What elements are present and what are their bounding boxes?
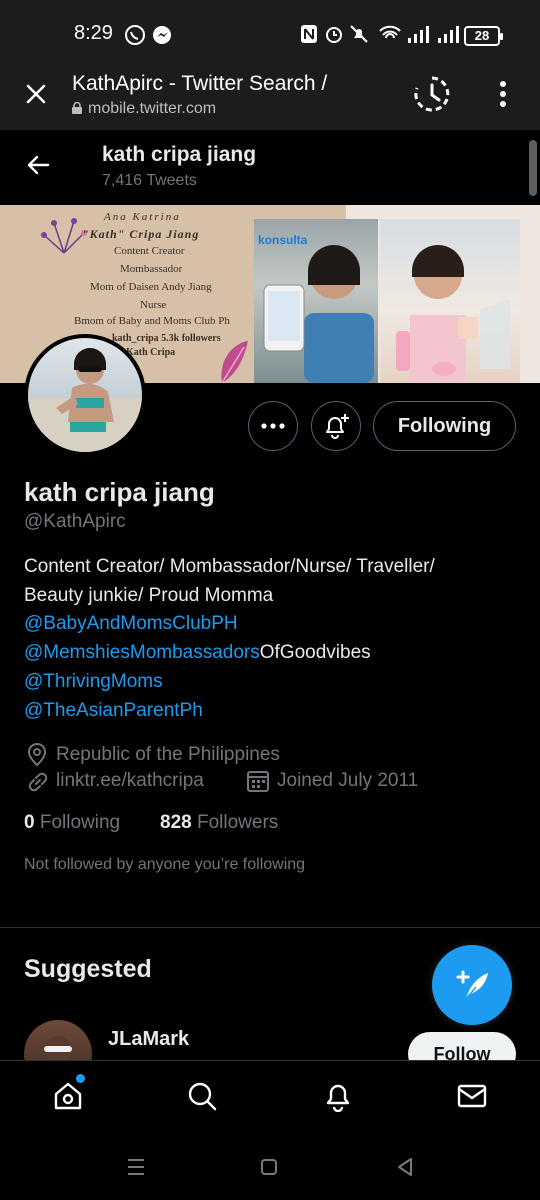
following-label: Following — [39, 812, 121, 833]
banner-line: Nurse — [140, 299, 167, 311]
bio-text: OfGoodvibes — [259, 642, 371, 663]
notification-dot — [76, 1074, 85, 1083]
banner-line: Bmom of Baby and Moms Club Ph — [74, 315, 230, 327]
nav-search[interactable] — [184, 1078, 220, 1114]
compose-button[interactable] — [432, 945, 512, 1025]
bio-mention-line: @MemshiesMombassadorsOfGoodvibes — [24, 642, 371, 664]
more-options-button[interactable] — [248, 401, 298, 451]
mention-link[interactable]: @TheAsianParentPh — [24, 700, 203, 722]
profile-name: kath cripa jiang — [24, 477, 215, 507]
not-followed-text: Not followed by anyone you’re following — [24, 856, 306, 873]
banner-line: "Kath" Cripa Jiang — [82, 227, 200, 241]
location-icon — [27, 743, 47, 767]
mention-link[interactable]: @BabyAndMomsClubPH — [24, 613, 238, 635]
followers-count-link[interactable]: 828 Followers — [160, 812, 278, 834]
followers-label: Followers — [196, 812, 279, 833]
banner-line: Mom of Daisen Andy Jiang — [90, 281, 212, 293]
lock-icon — [72, 102, 82, 114]
nav-notifications[interactable] — [320, 1078, 356, 1114]
header-name: kath cripa jiang — [102, 143, 257, 166]
messages-icon — [457, 1084, 487, 1108]
more-vert-icon[interactable] — [496, 80, 510, 108]
banner-line: kath_cripa 5.3k followers — [112, 333, 221, 344]
konsulta-label: konsulta — [258, 233, 308, 247]
banner-line: Ana Katrina — [104, 211, 181, 223]
tweet-count: 7,416 Tweets — [102, 172, 197, 189]
status-time: 8:29 — [74, 22, 113, 44]
compose-icon — [456, 970, 488, 1000]
joined-date: Joined July 2011 — [277, 770, 419, 791]
bio-line: Beauty junkie/ Proud Momma — [24, 585, 274, 606]
skincare-photo-image — [396, 245, 510, 383]
scrollbar[interactable] — [529, 140, 537, 196]
search-icon — [188, 1082, 217, 1111]
avatar[interactable] — [24, 334, 146, 456]
followers-count: 828 — [160, 812, 192, 833]
suggested-title: Suggested — [24, 955, 152, 983]
close-icon[interactable] — [24, 82, 48, 106]
notify-button[interactable] — [311, 401, 361, 451]
history-icon[interactable] — [412, 74, 452, 114]
mute-icon — [350, 25, 368, 43]
link-icon — [28, 772, 48, 792]
home-system-icon[interactable] — [260, 1158, 278, 1176]
banner-line: Kath Cripa — [126, 347, 176, 358]
section-divider — [0, 927, 540, 928]
profile-photo-image — [28, 348, 142, 452]
profile-handle: @KathApirc — [24, 511, 126, 532]
calendar-icon — [247, 771, 269, 792]
messenger-icon — [153, 26, 171, 44]
website-link[interactable]: linktr.ee/kathcripa — [56, 770, 204, 792]
bio-line: Content Creator/ Mombassador/Nurse/ Trav… — [24, 556, 435, 577]
banner-line: Content Creator — [114, 245, 185, 257]
banner-line: Mombassador — [120, 263, 183, 275]
battery-indicator: 28 — [464, 26, 503, 46]
location-text: Republic of the Philippines — [56, 744, 280, 765]
nfc-icon — [301, 25, 317, 43]
back-arrow-icon[interactable] — [26, 153, 50, 177]
mention-link[interactable]: @MemshiesMombassadors — [24, 642, 260, 663]
nav-messages[interactable] — [454, 1078, 490, 1114]
url-label: mobile.twitter.com — [88, 100, 217, 117]
url-text[interactable]: mobile.twitter.com — [72, 100, 216, 118]
recents-icon[interactable] — [126, 1158, 146, 1176]
signal-icon — [408, 26, 429, 43]
alarm-icon — [326, 27, 342, 43]
notifications-icon — [326, 1084, 350, 1112]
following-count: 0 — [24, 812, 35, 833]
mention-link[interactable]: @ThrivingMoms — [24, 671, 163, 693]
following-button[interactable]: Following — [373, 401, 516, 451]
home-icon — [54, 1082, 82, 1110]
wifi-icon — [379, 25, 401, 39]
signal-icon-2 — [438, 26, 459, 43]
whatsapp-icon — [125, 25, 145, 45]
more-horizontal-icon — [261, 423, 285, 429]
page-title: KathApirc - Twitter Search / — [72, 72, 328, 95]
following-count-link[interactable]: 0 Following — [24, 812, 120, 834]
banner-photo-2 — [380, 219, 520, 383]
feather-decoration — [221, 341, 248, 383]
back-system-icon[interactable] — [396, 1157, 414, 1177]
nav-home[interactable] — [50, 1078, 86, 1114]
suggested-user-name[interactable]: JLaMark — [108, 1028, 189, 1051]
profile-header — [0, 130, 540, 202]
bell-plus-icon — [326, 414, 349, 439]
